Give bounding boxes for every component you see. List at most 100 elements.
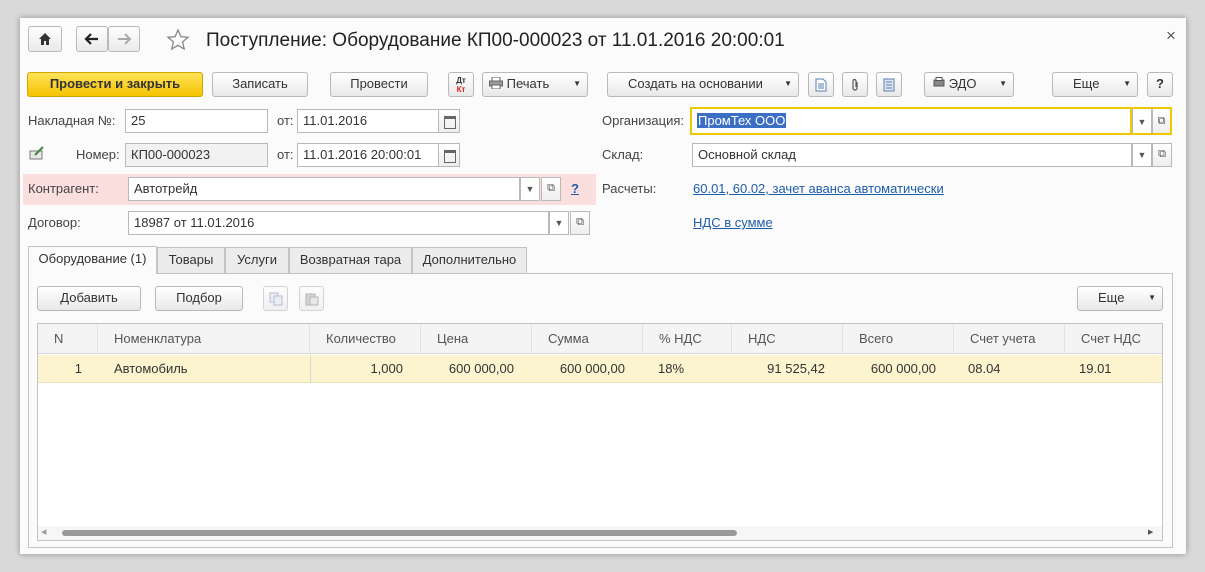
table-more-label: Еще (1098, 290, 1125, 305)
settlements-link[interactable]: 60.01, 60.02, зачет аванса автоматически (693, 177, 944, 201)
column-header[interactable]: Сумма (532, 324, 643, 354)
dt-label: Дт (456, 76, 466, 85)
edo-icon (933, 77, 945, 87)
print-label: Печать (506, 76, 550, 91)
arrow-right-icon (118, 33, 132, 45)
column-header[interactable]: Номенклатура (98, 324, 310, 354)
arrow-left-icon (84, 33, 98, 45)
tab-returnable-containers[interactable]: Возвратная тара (289, 247, 412, 273)
tab-goods[interactable]: Товары (157, 247, 225, 273)
print-button[interactable]: Печать ▼ (482, 72, 588, 97)
paperclip-icon (852, 78, 858, 91)
add-button[interactable]: Добавить (37, 286, 141, 311)
column-header[interactable]: Всего (843, 324, 954, 354)
dt-kt-button[interactable]: Дт Кт (448, 72, 474, 97)
archive-icon (883, 78, 895, 92)
table-more-button[interactable]: Еще ▼ (1077, 286, 1163, 311)
report-button[interactable] (808, 72, 834, 97)
organization-open-icon[interactable]: ⧉ (1152, 107, 1172, 135)
dt-kt-icon: Дт Кт (449, 73, 473, 94)
scrollbar-thumb[interactable] (62, 530, 737, 536)
horizontal-scrollbar[interactable]: ◀ ▶ (38, 526, 1162, 540)
tab-services[interactable]: Услуги (225, 247, 289, 273)
organization-value: ПромТех ООО (697, 113, 787, 128)
column-header[interactable]: N (38, 324, 98, 354)
paste-icon (305, 293, 318, 306)
archive-button[interactable] (876, 72, 902, 97)
kt-label: Кт (456, 85, 466, 94)
chevron-down-icon: ▼ (1123, 79, 1131, 88)
settlements-label: Расчеты: (602, 181, 657, 196)
document-icon (815, 78, 827, 92)
invoice-number-label: Накладная №: (28, 113, 116, 128)
scroll-left-icon[interactable]: ◀ (41, 526, 46, 540)
invoice-date-label: от: (277, 113, 294, 128)
cell-vat: 91 525,42 (767, 361, 825, 376)
table-row[interactable]: 1 Автомобиль 1,000 600 000,00 600 000,00… (38, 355, 1162, 383)
post-button[interactable]: Провести (330, 72, 428, 97)
vat-in-sum-link[interactable]: НДС в сумме (693, 211, 773, 235)
home-button[interactable] (28, 26, 62, 52)
pick-button[interactable]: Подбор (155, 286, 243, 311)
warehouse-dropdown-icon[interactable]: ▼ (1132, 143, 1152, 167)
warehouse-label: Склад: (602, 147, 644, 162)
cell-item: Автомобиль (114, 361, 188, 376)
paste-row-button[interactable] (299, 286, 324, 311)
organization-dropdown-icon[interactable]: ▼ (1132, 107, 1152, 135)
organization-input[interactable]: ПромТех ООО (690, 107, 1132, 135)
copy-icon (269, 292, 282, 306)
create-based-on-label: Создать на основании (628, 76, 763, 91)
table-header: N Номенклатура Количество Цена Сумма % Н… (38, 324, 1162, 354)
chevron-down-icon: ▼ (784, 79, 792, 88)
close-icon[interactable]: × (1166, 26, 1180, 46)
contract-dropdown-icon[interactable]: ▼ (549, 211, 569, 235)
create-based-on-button[interactable]: Создать на основании ▼ (607, 72, 799, 97)
forward-button[interactable] (108, 26, 140, 52)
post-and-close-button[interactable]: Провести и закрыть (27, 72, 203, 97)
number-date-input[interactable]: 11.01.2016 20:00:01 (297, 143, 439, 167)
counterparty-dropdown-icon[interactable]: ▼ (520, 177, 540, 201)
column-header[interactable]: Количество (310, 324, 421, 354)
contract-label: Договор: (28, 215, 81, 230)
warehouse-input[interactable]: Основной склад (692, 143, 1132, 167)
attach-button[interactable] (842, 72, 868, 97)
cell-total: 600 000,00 (870, 361, 936, 376)
more-button[interactable]: Еще ▼ (1052, 72, 1138, 97)
printer-icon (489, 76, 503, 90)
back-button[interactable] (76, 26, 108, 52)
tab-equipment[interactable]: Оборудование (1) (28, 246, 157, 274)
contract-input[interactable]: 18987 от 11.01.2016 (128, 211, 549, 235)
invoice-number-input[interactable]: 25 (125, 109, 268, 133)
counterparty-open-icon[interactable]: ⧉ (541, 177, 561, 201)
copy-row-button[interactable] (263, 286, 288, 311)
more-label: Еще (1073, 76, 1100, 91)
scroll-right-icon[interactable]: ▶ (1148, 526, 1153, 540)
counterparty-help-link[interactable]: ? (571, 177, 579, 201)
favorite-star-icon[interactable] (166, 28, 190, 52)
number-field[interactable]: КП00-000023 (125, 143, 268, 167)
calendar-icon[interactable] (438, 143, 460, 167)
column-header[interactable]: Цена (421, 324, 532, 354)
cell-quantity: 1,000 (370, 361, 403, 376)
counterparty-input[interactable]: Автотрейд (128, 177, 520, 201)
warehouse-open-icon[interactable]: ⧉ (1152, 143, 1172, 167)
column-header[interactable]: Счет учета (954, 324, 1065, 354)
cell-sum: 600 000,00 (559, 361, 625, 376)
cell-vat-account: 19.01 (1079, 361, 1112, 376)
help-button[interactable]: ? (1147, 72, 1173, 97)
calendar-icon[interactable] (438, 109, 460, 133)
column-header[interactable]: % НДС (643, 324, 732, 354)
column-header[interactable]: Счет НДС (1065, 324, 1162, 354)
document-window: Поступление: Оборудование КП00-000023 от… (20, 18, 1186, 554)
save-button[interactable]: Записать (212, 72, 308, 97)
cell-account: 08.04 (968, 361, 1001, 376)
column-header[interactable]: НДС (732, 324, 843, 354)
invoice-date-input[interactable]: 11.01.2016 (297, 109, 439, 133)
edo-label: ЭДО (948, 76, 977, 91)
organization-label: Организация: (602, 113, 685, 128)
edo-button[interactable]: ЭДО ▼ (924, 72, 1014, 97)
number-label: Номер: (76, 147, 120, 162)
contract-open-icon[interactable]: ⧉ (570, 211, 590, 235)
window-title: Поступление: Оборудование КП00-000023 от… (206, 30, 785, 51)
tab-additional[interactable]: Дополнительно (412, 247, 527, 273)
